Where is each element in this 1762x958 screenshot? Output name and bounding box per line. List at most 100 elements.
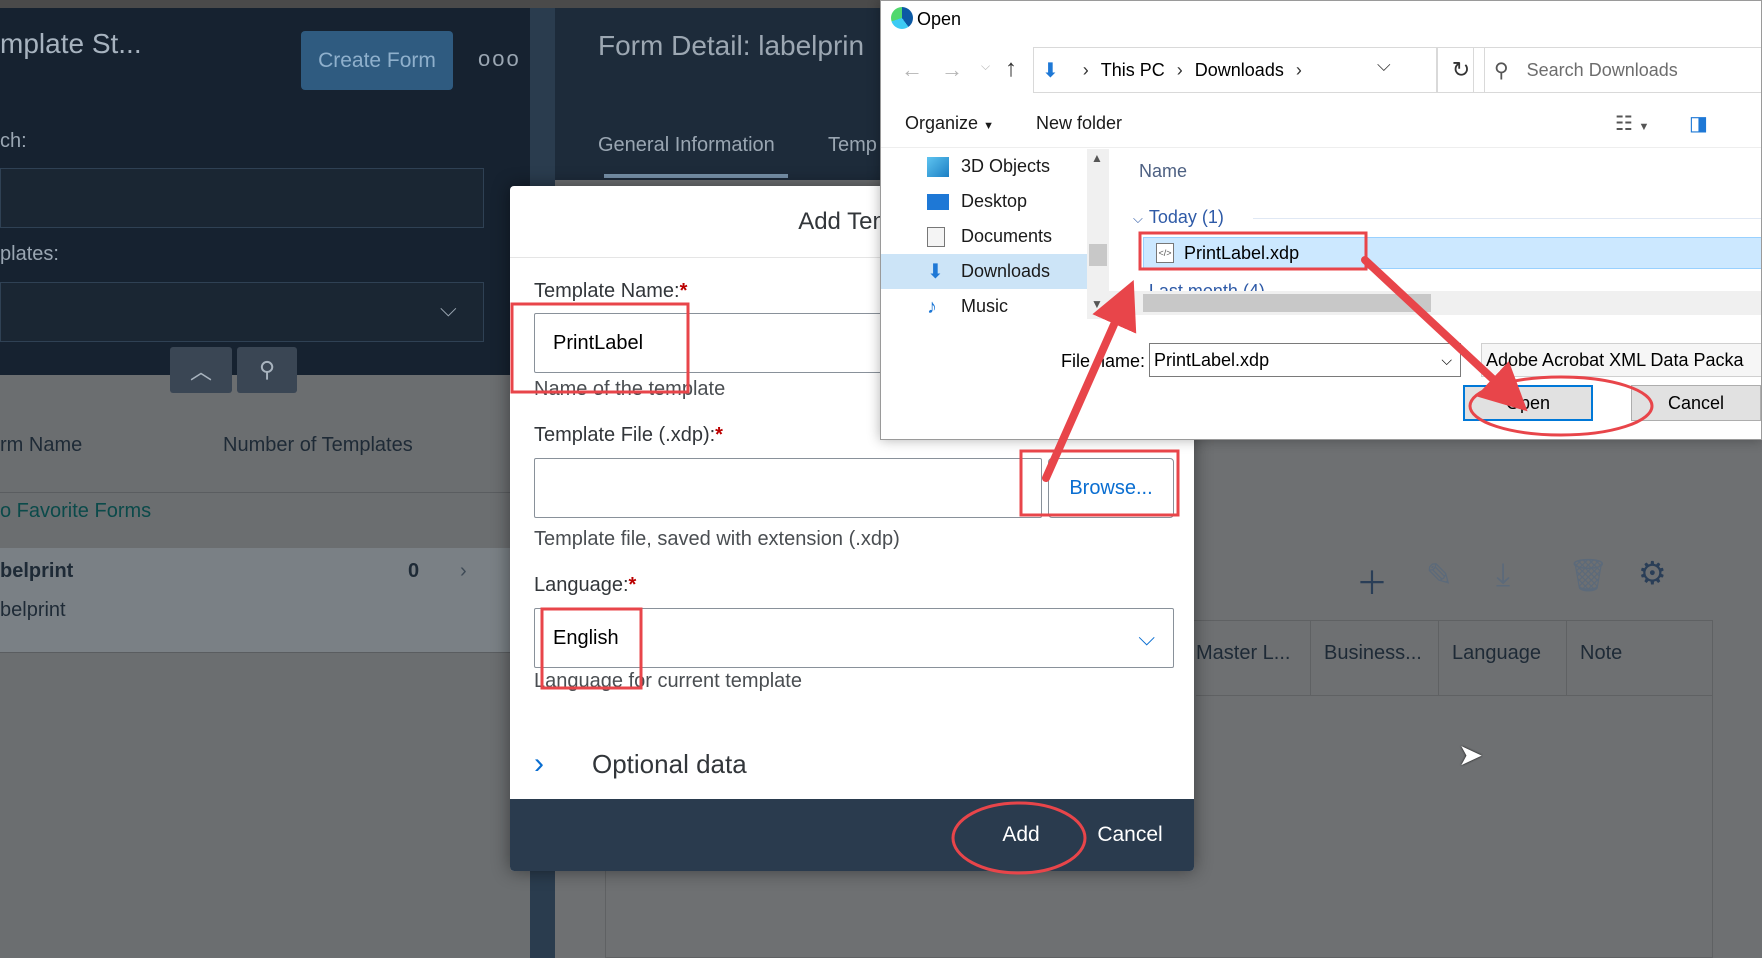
chevron-right-icon: › bbox=[460, 560, 467, 582]
browse-button[interactable]: Browse... bbox=[1048, 458, 1174, 518]
search-placeholder: Search Downloads bbox=[1526, 59, 1678, 80]
chevron-down-icon: ⌵ bbox=[440, 296, 457, 321]
chevron-down-icon[interactable]: ⌵ bbox=[1377, 55, 1391, 76]
file-type-select[interactable]: Adobe Acrobat XML Data Packa bbox=[1481, 343, 1761, 377]
horizontal-scrollbar-thumb[interactable] bbox=[1143, 294, 1431, 312]
organize-button[interactable]: Organize ▼ bbox=[905, 113, 994, 134]
settings-icon[interactable]: ⚙ bbox=[1638, 554, 1667, 592]
cancel-button[interactable]: Cancel bbox=[1080, 815, 1180, 855]
column-number-of-templates: Number of Templates bbox=[223, 434, 413, 456]
nav-item-desktop[interactable]: Desktop bbox=[881, 184, 1087, 219]
nav-scrollbar[interactable] bbox=[1087, 149, 1109, 319]
required-mark: * bbox=[715, 424, 723, 446]
nav-item-music[interactable]: ♪ Music bbox=[881, 289, 1087, 324]
column-name[interactable]: Name bbox=[1139, 161, 1187, 182]
pin-header-button[interactable]: ⚲ bbox=[237, 347, 297, 393]
edit-icon[interactable]: ✎ bbox=[1426, 556, 1453, 594]
search-downloads-input[interactable]: ⚲ Search Downloads bbox=[1473, 47, 1761, 93]
delete-icon[interactable]: 🗑 bbox=[1568, 556, 1609, 594]
recent-locations-icon[interactable]: ⌵ bbox=[981, 59, 990, 74]
template-file-hint: Template file, saved with extension (.xd… bbox=[534, 528, 900, 550]
top-strip bbox=[0, 0, 900, 8]
list-row-divider bbox=[0, 652, 530, 653]
toolbar-divider bbox=[881, 147, 1761, 148]
file-name-label: File name: bbox=[1061, 351, 1146, 371]
column-language: Language bbox=[1452, 642, 1541, 664]
breadcrumb-downloads[interactable]: Downloads bbox=[1195, 60, 1284, 81]
file-item-name: PrintLabel.xdp bbox=[1184, 242, 1300, 263]
nav-item-documents[interactable]: Documents bbox=[881, 219, 1087, 254]
group-divider bbox=[1253, 218, 1761, 219]
templates-select[interactable] bbox=[0, 282, 484, 342]
download-folder-icon: ⬇ bbox=[1042, 59, 1059, 82]
open-dialog-title: Open bbox=[917, 9, 962, 29]
required-mark: * bbox=[628, 574, 637, 596]
back-arrow-icon[interactable]: ← bbox=[901, 57, 923, 83]
download-icon[interactable]: ⤓ bbox=[1496, 556, 1510, 594]
left-panel-title: mplate St... bbox=[0, 28, 142, 59]
optional-data-label: Optional data bbox=[592, 748, 747, 779]
breadcrumb-separator-icon: › bbox=[1176, 59, 1183, 80]
forward-arrow-icon[interactable]: → bbox=[941, 57, 963, 83]
nav-scrollbar-thumb[interactable] bbox=[1089, 244, 1107, 266]
template-name-label-text: Template Name: bbox=[534, 280, 680, 302]
more-options-icon[interactable]: ooo bbox=[478, 46, 521, 72]
nav-item-label: Downloads bbox=[961, 261, 1051, 281]
downloads-icon: ⬇ bbox=[927, 260, 944, 283]
nav-item-3d-objects[interactable]: 3D Objects bbox=[881, 149, 1087, 184]
add-button[interactable]: Add bbox=[978, 815, 1064, 855]
language-value: English bbox=[553, 626, 619, 649]
group-today-label: Today (1) bbox=[1148, 207, 1224, 227]
optional-data-toggle[interactable]: › Optional data bbox=[534, 734, 1174, 794]
preview-pane-icon[interactable]: ◨ bbox=[1689, 111, 1708, 136]
new-folder-button[interactable]: New folder bbox=[1036, 113, 1122, 134]
language-hint: Language for current template bbox=[534, 670, 802, 692]
file-item[interactable]: </> PrintLabel.xdp bbox=[1143, 237, 1761, 269]
search-label: ch: bbox=[0, 130, 27, 152]
group-today[interactable]: ⌵ Today (1) bbox=[1133, 207, 1224, 228]
chevron-down-icon: ⌵ bbox=[1133, 211, 1143, 226]
template-file-input[interactable] bbox=[534, 458, 1042, 518]
collapse-header-button[interactable]: ︿ bbox=[170, 347, 232, 393]
list-item[interactable] bbox=[0, 548, 530, 652]
nav-item-downloads[interactable]: ⬇ Downloads bbox=[881, 254, 1087, 289]
language-select[interactable]: English ⌵ bbox=[534, 608, 1174, 668]
column-business: Business... bbox=[1324, 642, 1422, 664]
search-icon: ⚲ bbox=[1494, 59, 1509, 82]
column-divider bbox=[1566, 620, 1567, 695]
tab-general-information[interactable]: General Information bbox=[598, 134, 775, 157]
column-form-name: rm Name bbox=[0, 434, 83, 456]
scroll-up-icon[interactable]: ▲ bbox=[1091, 151, 1103, 165]
template-file-label: Template File (.xdp):* bbox=[534, 424, 723, 447]
create-form-button[interactable]: Create Form bbox=[301, 31, 453, 90]
column-divider bbox=[1438, 620, 1439, 695]
favorite-forms-link[interactable]: o Favorite Forms bbox=[0, 500, 151, 523]
template-file-label-text: Template File (.xdp): bbox=[534, 424, 716, 446]
breadcrumb-this-pc[interactable]: This PC bbox=[1101, 60, 1165, 81]
breadcrumb-separator-icon: › bbox=[1082, 59, 1089, 80]
file-name-input[interactable]: PrintLabel.xdp ⌵ bbox=[1149, 343, 1461, 377]
up-arrow-icon[interactable]: ↑ bbox=[1005, 55, 1017, 83]
dialog-footer: Add Cancel bbox=[510, 799, 1194, 871]
form-detail-title: Form Detail: labelprin bbox=[598, 30, 865, 61]
search-input[interactable] bbox=[0, 168, 484, 228]
language-label-text: Language: bbox=[534, 574, 629, 596]
open-button[interactable]: Open bbox=[1463, 385, 1593, 421]
language-label: Language:* bbox=[534, 574, 636, 597]
tab-templates[interactable]: Temp bbox=[828, 134, 877, 157]
list-header-divider bbox=[0, 492, 530, 493]
nav-item-label: Documents bbox=[961, 226, 1053, 246]
left-panel-list bbox=[0, 375, 530, 958]
view-options-icon[interactable]: ☷ ▼ bbox=[1615, 111, 1649, 136]
column-master-language: Master L... bbox=[1196, 642, 1291, 664]
mouse-cursor-icon: ➤ bbox=[1458, 739, 1484, 772]
documents-icon bbox=[927, 226, 945, 247]
navigation-pane: 3D Objects Desktop Documents ⬇ Downloads… bbox=[881, 149, 1087, 319]
required-mark: * bbox=[679, 280, 688, 302]
add-icon[interactable]: ＋ bbox=[1356, 558, 1388, 604]
templates-label: plates: bbox=[0, 243, 59, 265]
scroll-down-icon[interactable]: ▼ bbox=[1091, 297, 1103, 311]
template-name-hint: Name of the template bbox=[534, 378, 726, 400]
cancel-button[interactable]: Cancel bbox=[1631, 385, 1761, 421]
open-file-dialog: Open ← → ⌵ ↑ ⬇ › This PC › Downloads › ⌵… bbox=[880, 0, 1762, 440]
